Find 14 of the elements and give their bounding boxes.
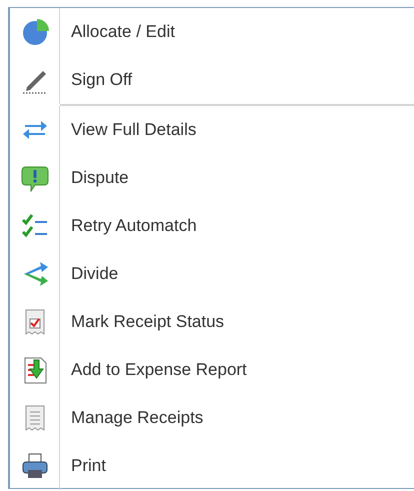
menu-item[interactable]: Divide [10,250,414,298]
menu-item[interactable]: Manage Receipts [10,394,414,442]
menu-item[interactable]: View Full Details [10,106,414,154]
checklist-icon [20,212,48,240]
pie-chart-icon [20,18,48,46]
menu-item[interactable]: Dispute [10,154,414,202]
printer-icon [20,452,48,480]
menu-item[interactable]: Print [10,442,414,490]
menu-item[interactable]: Allocate / Edit [10,8,414,56]
menu-item[interactable]: Add to Expense Report [10,346,414,394]
menu-item[interactable]: Retry Automatch [10,202,414,250]
menu-item[interactable]: Sign Off [10,56,414,104]
speech-bubble-icon [20,164,48,192]
menu-item[interactable]: Mark Receipt Status [10,298,414,346]
